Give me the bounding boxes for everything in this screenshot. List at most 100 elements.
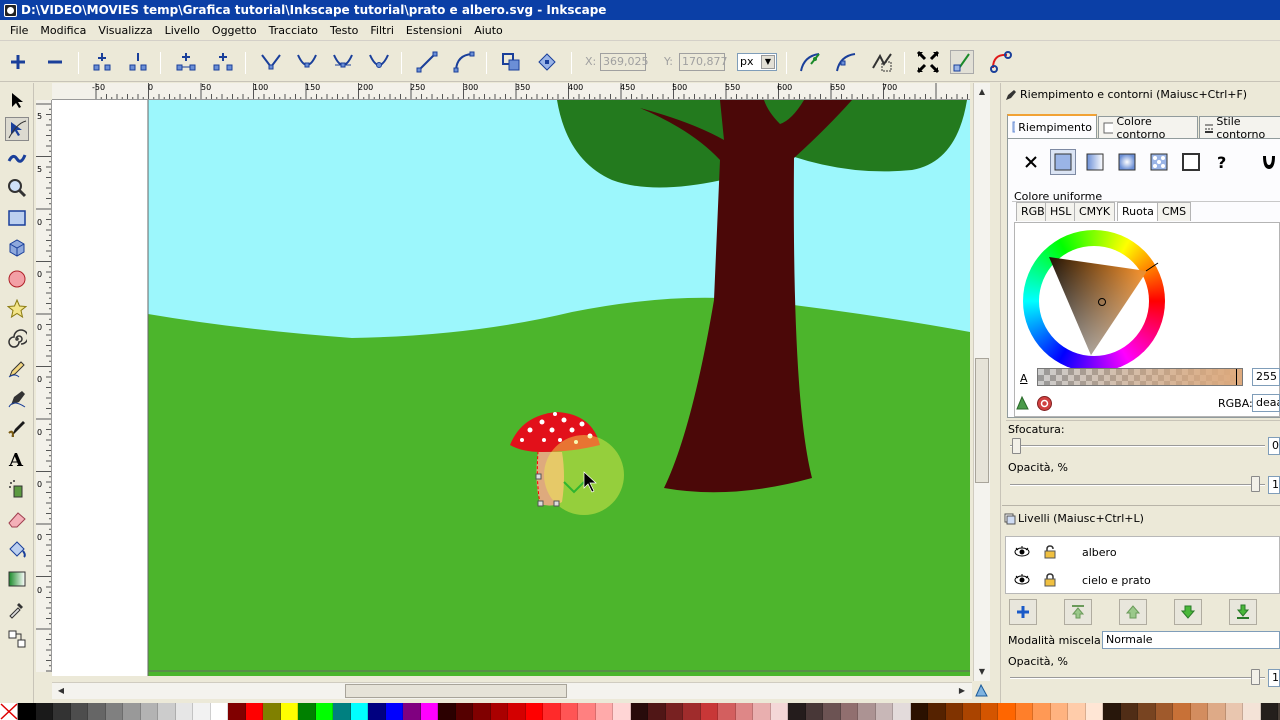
segment-line-icon[interactable] xyxy=(415,50,439,74)
unset-paint-icon[interactable]: ? xyxy=(1210,149,1236,175)
eraser-tool-icon[interactable] xyxy=(5,507,29,531)
palette-swatch[interactable] xyxy=(630,703,648,720)
palette-swatch[interactable] xyxy=(420,703,438,720)
color-managed-icon[interactable] xyxy=(1015,395,1031,411)
palette-swatch[interactable] xyxy=(368,703,386,720)
palette-swatch[interactable] xyxy=(578,703,596,720)
layer-lower-icon[interactable] xyxy=(1174,599,1202,625)
alpha-slider[interactable] xyxy=(1037,368,1243,386)
palette-swatch[interactable] xyxy=(18,703,36,720)
3d-box-tool-icon[interactable] xyxy=(5,236,29,260)
out-of-gamut-icon[interactable] xyxy=(1036,395,1053,412)
blur-value-input[interactable]: 0, xyxy=(1268,437,1280,455)
dropper-tool-icon[interactable] xyxy=(5,597,29,621)
palette-swatch[interactable] xyxy=(840,703,858,720)
palette-swatch[interactable] xyxy=(508,703,526,720)
no-color-swatch-icon[interactable] xyxy=(0,703,18,720)
palette-swatch[interactable] xyxy=(648,703,666,720)
calligraphy-tool-icon[interactable] xyxy=(5,417,29,441)
inkscape-app-icon[interactable] xyxy=(4,3,17,17)
path-node[interactable] xyxy=(537,500,544,507)
delete-segment-icon[interactable] xyxy=(211,50,235,74)
palette-swatch[interactable] xyxy=(718,703,736,720)
opacity-value-input[interactable]: 10 xyxy=(1268,476,1280,494)
flat-color-icon[interactable] xyxy=(1050,149,1076,175)
snap-icon[interactable] xyxy=(950,50,974,74)
palette-swatch[interactable] xyxy=(280,703,298,720)
tab-cms[interactable]: CMS xyxy=(1157,202,1192,221)
layer-name[interactable]: cielo e prato xyxy=(1082,574,1151,587)
palette-swatch[interactable] xyxy=(315,703,333,720)
connector-tool-icon[interactable] xyxy=(5,627,29,651)
palette-swatch[interactable] xyxy=(1155,703,1173,720)
join-nodes-icon[interactable] xyxy=(90,50,114,74)
tab-stroke-paint[interactable]: Colore contorno xyxy=(1098,115,1198,141)
palette-swatch[interactable] xyxy=(1225,703,1243,720)
lock-icon[interactable] xyxy=(1044,573,1056,587)
palette-swatch[interactable] xyxy=(53,703,71,720)
color-managed-toggle-icon[interactable] xyxy=(974,683,989,698)
palette-swatch[interactable] xyxy=(753,703,771,720)
eye-icon[interactable] xyxy=(1014,545,1030,559)
palette-swatch[interactable] xyxy=(875,703,893,720)
node-smooth-icon[interactable] xyxy=(295,50,319,74)
layer-raise-icon[interactable] xyxy=(1119,599,1147,625)
palette-swatch[interactable] xyxy=(1138,703,1156,720)
tweak-tool-icon[interactable] xyxy=(5,145,29,169)
palette-swatch[interactable] xyxy=(438,703,456,720)
layer-opacity-slider-track[interactable] xyxy=(1010,677,1265,679)
palette-swatch[interactable] xyxy=(490,703,508,720)
scroll-right-icon[interactable]: ▶ xyxy=(955,684,969,698)
opacity-slider-knob[interactable] xyxy=(1251,476,1260,492)
palette-swatch[interactable] xyxy=(350,703,368,720)
tab-hsl[interactable]: HSL xyxy=(1045,202,1077,221)
layer-row[interactable]: albero xyxy=(1006,538,1280,566)
menu-modifica[interactable]: Modifica xyxy=(34,24,92,37)
palette-swatch[interactable] xyxy=(998,703,1016,720)
tab-wheel[interactable]: Ruota xyxy=(1117,202,1159,221)
palette-swatch[interactable] xyxy=(1208,703,1226,720)
pattern-icon[interactable] xyxy=(1146,149,1172,175)
palette-swatch[interactable] xyxy=(333,703,351,720)
no-paint-icon[interactable] xyxy=(1018,149,1044,175)
tab-cmyk[interactable]: CMYK xyxy=(1074,202,1116,221)
delete-node-icon[interactable] xyxy=(43,50,67,74)
edit-clip-icon[interactable] xyxy=(870,50,894,74)
palette-swatch[interactable] xyxy=(1050,703,1068,720)
scroll-left-icon[interactable]: ◀ xyxy=(54,684,68,698)
path-node[interactable] xyxy=(535,473,542,480)
palette-swatch[interactable] xyxy=(525,703,543,720)
radial-gradient-icon[interactable] xyxy=(1114,149,1140,175)
palette-swatch[interactable] xyxy=(1033,703,1051,720)
horizontal-scrollbar[interactable]: ◀ ▶ xyxy=(52,682,972,699)
palette-swatch[interactable] xyxy=(928,703,946,720)
path-effect-icon[interactable] xyxy=(989,50,1013,74)
drawing-canvas[interactable] xyxy=(52,100,970,676)
pen-tool-icon[interactable] xyxy=(5,387,29,411)
palette-swatch[interactable] xyxy=(823,703,841,720)
show-handles-icon[interactable] xyxy=(798,50,822,74)
layers-dialog-header[interactable]: Livelli (Maiusc+Ctrl+L) xyxy=(1004,512,1144,525)
menu-file[interactable]: File xyxy=(4,24,34,37)
horizontal-ruler[interactable]: -50 0 50 100 150 200 250 300 350 400 450… xyxy=(52,83,970,100)
palette-swatch[interactable] xyxy=(1260,703,1278,720)
layer-opacity-slider-knob[interactable] xyxy=(1251,669,1260,685)
palette-swatch[interactable] xyxy=(683,703,701,720)
fill-stroke-dialog-header[interactable]: Riempimento e contorni (Maiusc+Ctrl+F) xyxy=(1005,88,1247,101)
palette-swatch[interactable] xyxy=(735,703,753,720)
node-symmetric-icon[interactable] xyxy=(331,50,355,74)
saturation-triangle[interactable] xyxy=(1015,223,1175,383)
layer-to-top-icon[interactable] xyxy=(1064,599,1092,625)
break-path-icon[interactable] xyxy=(126,50,150,74)
blend-mode-select[interactable]: Normale xyxy=(1102,631,1280,649)
menu-livello[interactable]: Livello xyxy=(159,24,206,37)
tab-fill[interactable]: Riempimento xyxy=(1007,114,1097,138)
show-path-outline-icon[interactable] xyxy=(834,50,858,74)
object-to-path-icon[interactable] xyxy=(499,50,523,74)
palette-swatch[interactable] xyxy=(1243,703,1261,720)
paint-bucket-tool-icon[interactable] xyxy=(5,537,29,561)
palette-swatch[interactable] xyxy=(788,703,806,720)
join-segment-icon[interactable] xyxy=(174,50,198,74)
palette-swatch[interactable] xyxy=(1068,703,1086,720)
palette-swatch[interactable] xyxy=(228,703,246,720)
